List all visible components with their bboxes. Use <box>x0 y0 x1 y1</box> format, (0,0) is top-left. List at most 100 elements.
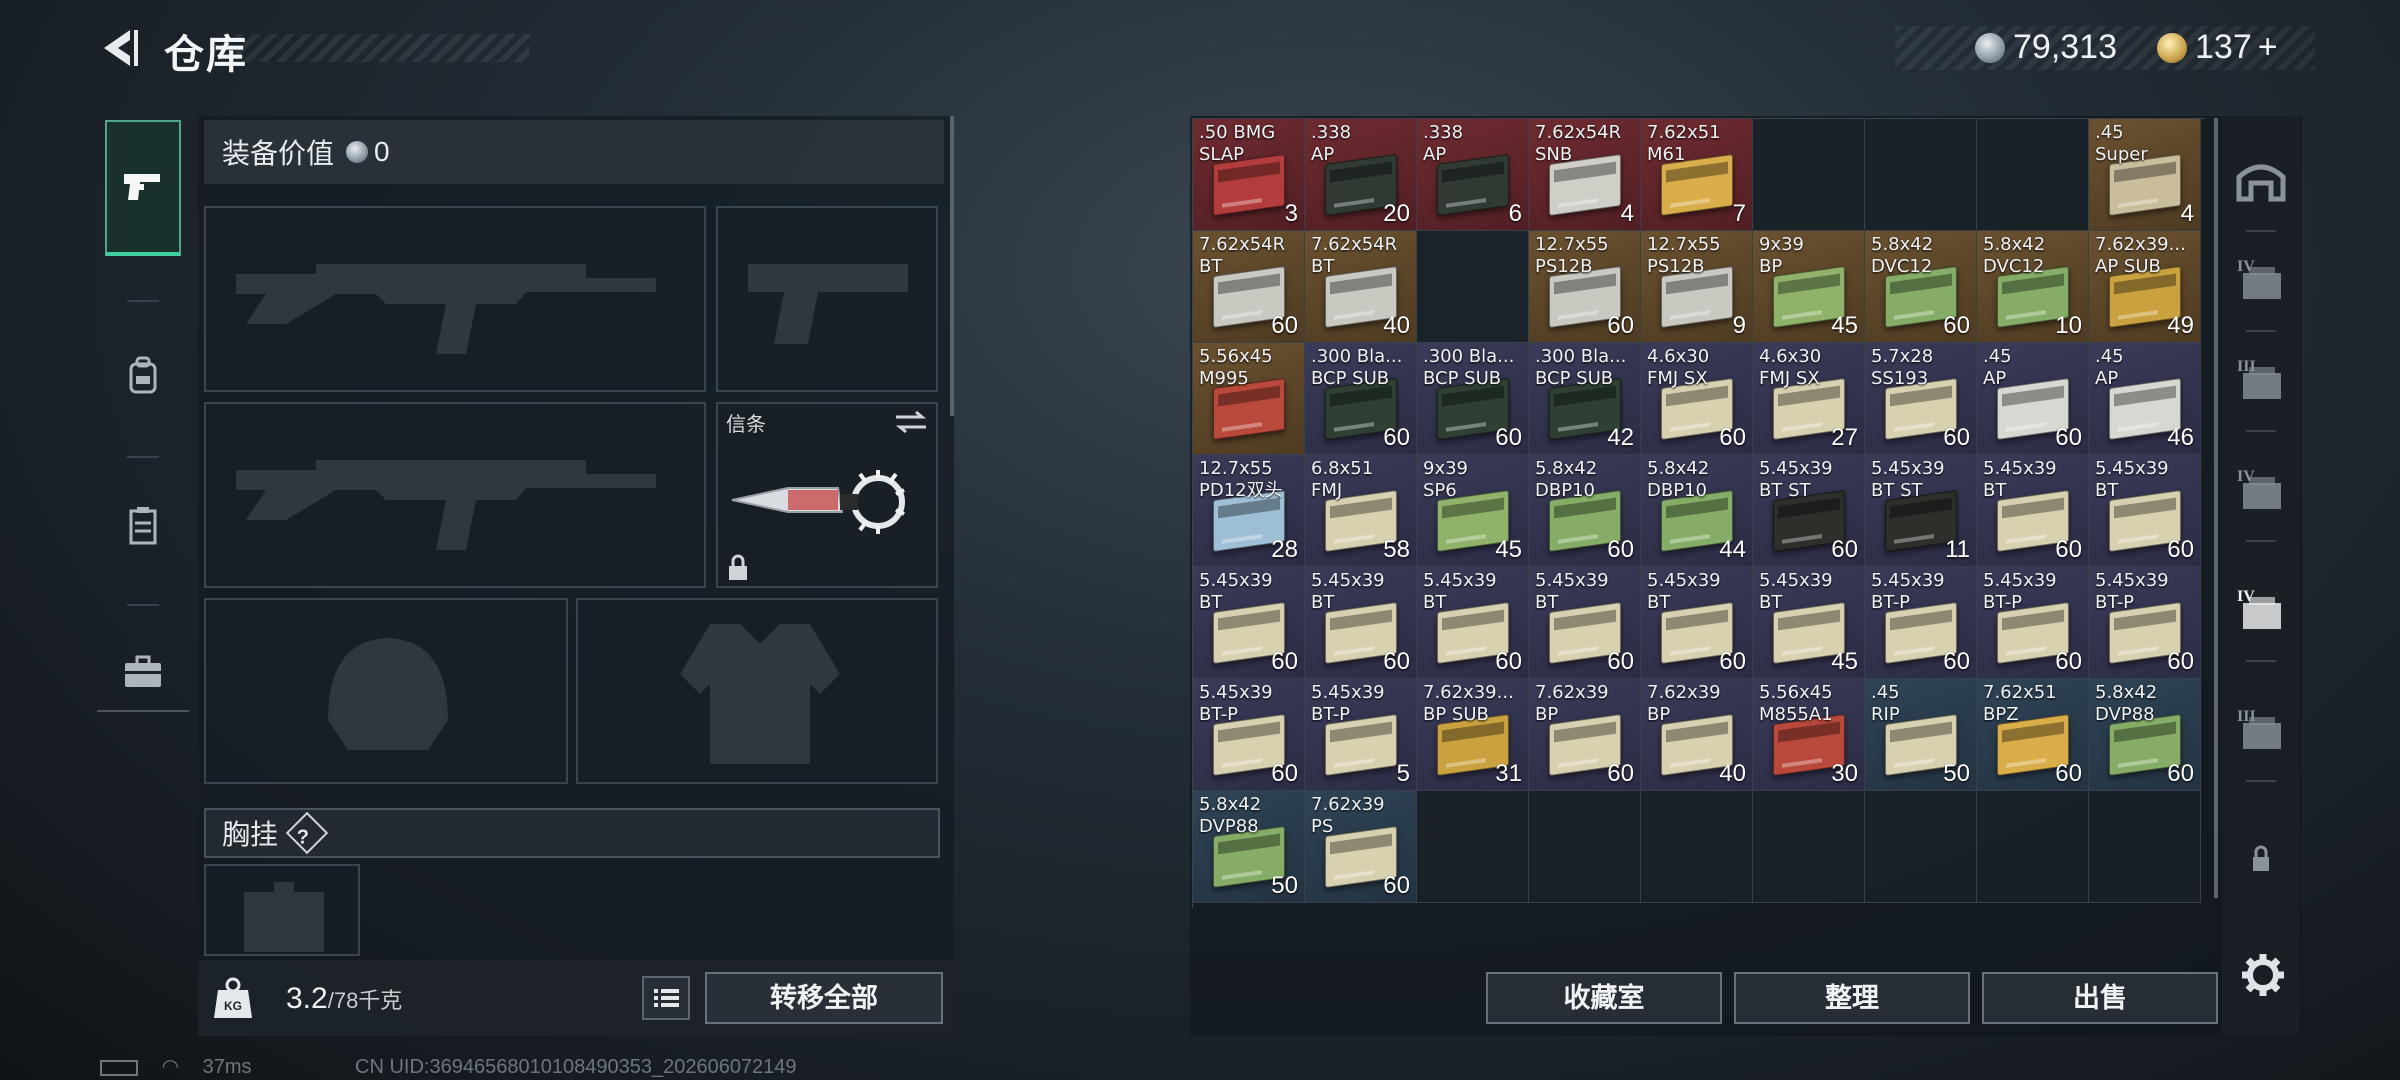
sidearm-slot[interactable] <box>716 206 938 392</box>
ammo-item[interactable]: 5.45x39 BT-P 60 <box>1977 567 2089 679</box>
lock-icon <box>2253 845 2269 871</box>
list-view-button[interactable] <box>642 976 690 1020</box>
ammo-item[interactable]: 5.45x39 BT-P 60 <box>1865 567 1977 679</box>
gold-currency[interactable]: 137 + <box>2157 28 2278 67</box>
ammo-item[interactable]: 9x39 BP 45 <box>1753 231 1865 343</box>
collection-room-button[interactable]: 收藏室 <box>1486 972 1722 1024</box>
ammo-item[interactable]: 5.45x39 BT 45 <box>1753 567 1865 679</box>
ammo-item[interactable]: 12.7x55 PS12B 60 <box>1529 231 1641 343</box>
ammo-quantity: 20 <box>1383 200 1410 227</box>
ammo-item[interactable]: 5.56x45 M995 <box>1193 343 1305 455</box>
melee-slot[interactable]: 信条 <box>716 402 938 588</box>
ammo-item[interactable]: 5.56x45 M855A1 30 <box>1753 679 1865 791</box>
ammo-item[interactable]: 5.45x39 BT 60 <box>1529 567 1641 679</box>
ammo-item[interactable]: .300 Bla... BCP SUB 60 <box>1305 343 1417 455</box>
ammo-name: 6.8x51 FMJ <box>1311 458 1374 501</box>
ammo-item[interactable]: 5.45x39 BT ST 60 <box>1753 455 1865 567</box>
ammo-name: .300 Bla... BCP SUB <box>1535 346 1627 389</box>
ammo-item[interactable]: 7.62x39 PS 60 <box>1305 791 1417 903</box>
ammo-item[interactable]: .45 RIP 50 <box>1865 679 1977 791</box>
ammo-item[interactable]: 5.45x39 BT 60 <box>1193 567 1305 679</box>
ammo-item[interactable]: .45 Super 4 <box>2089 119 2201 231</box>
tab-separator <box>2246 330 2276 332</box>
nav-case-tab[interactable] <box>105 604 181 740</box>
ammo-item[interactable]: 5.8x42 DVC12 60 <box>1865 231 1977 343</box>
nav-vest-tab[interactable] <box>105 458 181 594</box>
ammo-item[interactable]: 7.62x51 M61 7 <box>1641 119 1753 231</box>
storage-tab-5[interactable]: III <box>2228 700 2294 760</box>
helmet-slot[interactable] <box>204 598 568 784</box>
armor-slot[interactable] <box>576 598 938 784</box>
ammo-item[interactable]: 5.8x42 DBP10 44 <box>1641 455 1753 567</box>
silver-coin-icon <box>1975 32 2005 63</box>
ammo-item[interactable]: 6.8x51 FMJ 58 <box>1305 455 1417 567</box>
storage-tab-6[interactable] <box>2228 830 2294 890</box>
ammo-item[interactable]: 7.62x54R SNB 4 <box>1529 119 1641 231</box>
ammo-item[interactable]: 5.8x42 DVP88 50 <box>1193 791 1305 903</box>
ammo-item[interactable]: 5.45x39 BT ST 11 <box>1865 455 1977 567</box>
ammo-item[interactable]: 12.7x55 PS12B 9 <box>1641 231 1753 343</box>
ammo-item[interactable]: 5.8x42 DBP10 60 <box>1529 455 1641 567</box>
ammo-item[interactable]: .50 BMG SLAP 3 <box>1193 119 1305 231</box>
ammo-quantity: 60 <box>2055 536 2082 563</box>
ammo-quantity: 4 <box>2180 200 2194 227</box>
storage-scrollbar[interactable] <box>2214 118 2218 898</box>
ammo-name: 5.45x39 BT <box>1423 570 1497 613</box>
ammo-item[interactable]: .45 AP 46 <box>2089 343 2201 455</box>
chest-rig-slot[interactable] <box>204 864 360 956</box>
ammo-item[interactable]: 5.45x39 BT 60 <box>1641 567 1753 679</box>
transfer-all-button[interactable]: 转移全部 <box>705 972 943 1024</box>
ammo-item[interactable]: 7.62x39... BP SUB 31 <box>1417 679 1529 791</box>
ammo-item[interactable]: 7.62x51 BPZ 60 <box>1977 679 2089 791</box>
ammo-item[interactable]: 5.8x42 DVC12 10 <box>1977 231 2089 343</box>
ammo-item[interactable]: 5.45x39 BT-P 60 <box>1193 679 1305 791</box>
empty-slot <box>1977 119 2089 231</box>
tab-separator <box>2246 430 2276 432</box>
ammo-item[interactable]: 7.62x39... AP SUB 49 <box>2089 231 2201 343</box>
settings-gear-icon[interactable] <box>2240 952 2286 998</box>
back-button[interactable] <box>96 24 144 72</box>
ammo-item[interactable]: 5.7x28 SS193 60 <box>1865 343 1977 455</box>
empty-slot <box>1753 791 1865 903</box>
sell-button[interactable]: 出售 <box>1982 972 2218 1024</box>
ammo-name: .45 AP <box>2095 346 2124 389</box>
add-currency-button[interactable]: + <box>2258 28 2278 66</box>
ammo-item[interactable]: 5.8x42 DVP88 60 <box>2089 679 2201 791</box>
ammo-item[interactable]: .338 AP 6 <box>1417 119 1529 231</box>
ammo-item[interactable]: 4.6x30 FMJ SX 60 <box>1641 343 1753 455</box>
ammo-item[interactable]: 7.62x39 BP 40 <box>1641 679 1753 791</box>
svg-text:IV: IV <box>2237 588 2255 605</box>
storage-tab-3[interactable]: IV <box>2228 460 2294 520</box>
storage-tab-2[interactable]: III <box>2228 350 2294 410</box>
nav-weapons-tab[interactable] <box>105 120 181 256</box>
ammo-item[interactable]: 5.45x39 BT 60 <box>2089 455 2201 567</box>
swap-icon[interactable] <box>894 410 928 434</box>
ammo-item[interactable]: 7.62x54R BT 60 <box>1193 231 1305 343</box>
ammo-item[interactable]: .300 Bla... BCP SUB 42 <box>1529 343 1641 455</box>
ammo-item[interactable]: .45 AP 60 <box>1977 343 2089 455</box>
help-icon[interactable]: ? <box>285 811 329 855</box>
ammo-item[interactable]: .338 AP 20 <box>1305 119 1417 231</box>
sort-button[interactable]: 整理 <box>1734 972 1970 1024</box>
ammo-item[interactable]: 5.45x39 BT-P 60 <box>2089 567 2201 679</box>
loadout-scrollbar[interactable] <box>950 116 954 416</box>
secondary-weapon-slot[interactable] <box>204 402 706 588</box>
primary-weapon-slot[interactable] <box>204 206 706 392</box>
ammo-item[interactable]: .300 Bla... BCP SUB 60 <box>1417 343 1529 455</box>
ammo-item[interactable]: 5.45x39 BT 60 <box>1977 455 2089 567</box>
ammo-item[interactable]: 5.45x39 BT 60 <box>1417 567 1529 679</box>
svg-text:IV: IV <box>2237 468 2255 485</box>
storage-tab-1[interactable]: IV <box>2228 250 2294 310</box>
ammo-item[interactable]: 5.45x39 BT-P 5 <box>1305 679 1417 791</box>
nav-backpack-tab[interactable] <box>105 308 181 444</box>
empty-slot <box>2089 791 2201 903</box>
storage-tab-4[interactable]: IV <box>2228 580 2294 640</box>
ammo-item[interactable]: 12.7x55 PD12双头 28 <box>1193 455 1305 567</box>
ammo-item[interactable]: 4.6x30 FMJ SX 27 <box>1753 343 1865 455</box>
ammo-item[interactable]: 9x39 SP6 45 <box>1417 455 1529 567</box>
ammo-item[interactable]: 7.62x39 BP 60 <box>1529 679 1641 791</box>
ammo-item[interactable]: 5.45x39 BT 60 <box>1305 567 1417 679</box>
ammo-item[interactable]: 7.62x54R BT 40 <box>1305 231 1417 343</box>
storage-tab-0[interactable] <box>2228 150 2294 210</box>
ammo-name: 5.45x39 BT-P <box>2095 570 2169 613</box>
